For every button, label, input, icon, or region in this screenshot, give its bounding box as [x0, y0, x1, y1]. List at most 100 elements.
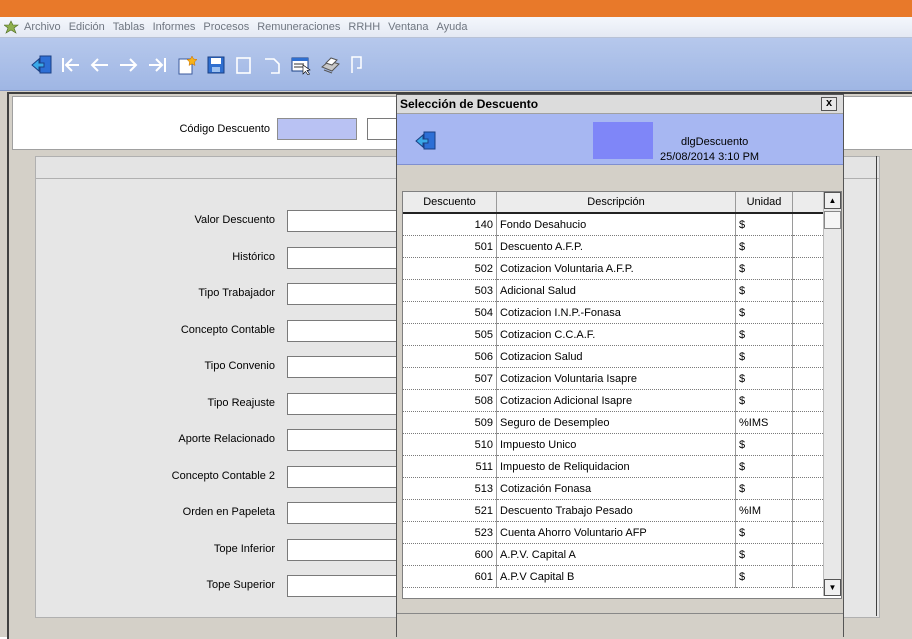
- new-record-icon[interactable]: [176, 55, 198, 75]
- column-header-unidad[interactable]: Unidad: [735, 192, 793, 214]
- table-row[interactable]: 508 Cotizacion Adicional Isapre $: [403, 389, 823, 412]
- menu-item-procesos[interactable]: Procesos: [203, 21, 249, 33]
- descuento-cell: 503: [403, 279, 497, 302]
- descuento-cell: 502: [403, 257, 497, 280]
- menu-item-edicion[interactable]: Edición: [69, 21, 105, 33]
- valor-descuento-input[interactable]: [287, 210, 397, 232]
- form-right-border: [876, 156, 877, 616]
- table-row[interactable]: 506 Cotizacion Salud $: [403, 345, 823, 368]
- column-header-descuento[interactable]: Descuento: [403, 192, 497, 214]
- table-row[interactable]: 502 Cotizacion Voluntaria A.F.P. $: [403, 257, 823, 280]
- tipo-trabajador-input[interactable]: [287, 283, 397, 305]
- orden-en-papeleta-label: Orden en Papeleta: [182, 506, 275, 518]
- descuento-cell: 521: [403, 499, 497, 522]
- descuento-grid[interactable]: Descuento Descripción Unidad 140 Fondo De…: [402, 191, 842, 599]
- close-button[interactable]: x: [821, 97, 837, 111]
- spacer-cell: [792, 279, 823, 302]
- table-row[interactable]: 521 Descuento Trabajo Pesado %IM: [403, 499, 823, 522]
- table-row[interactable]: 513 Cotización Fonasa $: [403, 477, 823, 500]
- menu-item-ayuda[interactable]: Ayuda: [437, 21, 468, 33]
- menu-item-remuneraciones[interactable]: Remuneraciones: [257, 21, 340, 33]
- menu-item-archivo[interactable]: Archivo: [24, 21, 61, 33]
- valor-descuento-label: Valor Descuento: [194, 214, 275, 226]
- descuento-cell: 507: [403, 367, 497, 390]
- descripcion-cell: Cotización Fonasa: [496, 477, 736, 500]
- first-record-icon[interactable]: [60, 55, 82, 75]
- descripcion-cell: Cotizacion Voluntaria Isapre: [496, 367, 736, 390]
- column-header-descripcion[interactable]: Descripción: [496, 192, 736, 214]
- table-row[interactable]: 505 Cotizacion C.C.A.F. $: [403, 323, 823, 346]
- spacer-cell: [792, 565, 823, 588]
- vertical-scrollbar[interactable]: ▲ ▼: [823, 192, 841, 596]
- dialog-title-bar: Selección de Descuento x: [397, 95, 843, 114]
- last-record-icon[interactable]: [146, 55, 168, 75]
- table-row[interactable]: 601 A.P.V Capital B $: [403, 565, 823, 588]
- menu-item-ventana[interactable]: Ventana: [388, 21, 428, 33]
- print-icon[interactable]: [319, 55, 341, 75]
- spacer-cell: [792, 411, 823, 434]
- menu-item-tablas[interactable]: Tablas: [113, 21, 145, 33]
- tipo-convenio-input[interactable]: [287, 356, 397, 378]
- blank-page-icon[interactable]: [233, 55, 255, 75]
- unidad-cell: $: [735, 433, 793, 456]
- historico-input[interactable]: [287, 247, 397, 269]
- select-list-icon[interactable]: [290, 55, 312, 75]
- codigo-descuento-desc-input[interactable]: [367, 118, 397, 140]
- exit-icon[interactable]: [31, 55, 53, 75]
- spacer-cell: [792, 235, 823, 258]
- table-header-row: Descuento Descripción Unidad: [403, 192, 823, 214]
- descuento-cell: 506: [403, 345, 497, 368]
- spacer-cell: [792, 367, 823, 390]
- concepto-contable-input[interactable]: [287, 320, 397, 342]
- unidad-cell: $: [735, 235, 793, 258]
- table-body: 140 Fondo Desahucio $501 Descuento A.F.P. $5…: [403, 213, 823, 588]
- copy-icon[interactable]: [348, 55, 370, 75]
- save-icon[interactable]: [205, 55, 227, 75]
- tope-superior-label: Tope Superior: [206, 579, 276, 591]
- app-logo-icon: [4, 20, 19, 34]
- table-row[interactable]: 509 Seguro de Desempleo %IMS: [403, 411, 823, 434]
- tope-inferior-input[interactable]: [287, 539, 397, 561]
- descripcion-cell: Adicional Salud: [496, 279, 736, 302]
- tipo-reajuste-input[interactable]: [287, 393, 397, 415]
- unidad-cell: $: [735, 257, 793, 280]
- descuento-cell: 504: [403, 301, 497, 324]
- concepto-contable-2-input[interactable]: [287, 466, 397, 488]
- table-row[interactable]: 523 Cuenta Ahorro Voluntario AFP $: [403, 521, 823, 544]
- unidad-cell: $: [735, 543, 793, 566]
- aporte-relacionado-input[interactable]: [287, 429, 397, 451]
- descuento-cell: 601: [403, 565, 497, 588]
- orden-en-papeleta-input[interactable]: [287, 502, 397, 524]
- app-window: Archivo Edición Tablas Informes Procesos Remu…: [0, 0, 912, 639]
- scroll-down-icon[interactable]: ▼: [824, 579, 841, 596]
- menu-item-rrhh[interactable]: RRHH: [348, 21, 380, 33]
- table-row[interactable]: 503 Adicional Salud $: [403, 279, 823, 302]
- color-swatch: [593, 122, 653, 159]
- table-row[interactable]: 600 A.P.V. Capital A $: [403, 543, 823, 566]
- spacer-cell: [792, 521, 823, 544]
- menu-bar: Archivo Edición Tablas Informes Procesos Remu…: [0, 17, 912, 38]
- table-row[interactable]: 507 Cotizacion Voluntaria Isapre $: [403, 367, 823, 390]
- table-row[interactable]: 140 Fondo Desahucio $: [403, 213, 823, 236]
- table-row[interactable]: 510 Impuesto Unico $: [403, 433, 823, 456]
- table-row[interactable]: 501 Descuento A.F.P. $: [403, 235, 823, 258]
- unidad-cell: $: [735, 477, 793, 500]
- codigo-descuento-input[interactable]: [277, 118, 357, 140]
- descripcion-cell: Cotizacion I.N.P.-Fonasa: [496, 301, 736, 324]
- spacer-cell: [792, 477, 823, 500]
- table-row[interactable]: 511 Impuesto de Reliquidacion $: [403, 455, 823, 478]
- spacer-cell: [792, 323, 823, 346]
- menu-item-informes[interactable]: Informes: [153, 21, 196, 33]
- spacer-cell: [792, 257, 823, 280]
- undo-icon[interactable]: [262, 55, 284, 75]
- window-top-strip: [0, 0, 912, 17]
- descuento-cell: 510: [403, 433, 497, 456]
- spacer-cell: [792, 389, 823, 412]
- previous-record-icon[interactable]: [89, 55, 111, 75]
- descripcion-cell: Seguro de Desempleo: [496, 411, 736, 434]
- scroll-up-icon[interactable]: ▲: [824, 192, 841, 209]
- scroll-thumb[interactable]: [824, 211, 841, 229]
- table-row[interactable]: 504 Cotizacion I.N.P.-Fonasa $: [403, 301, 823, 324]
- tope-superior-input[interactable]: [287, 575, 397, 597]
- next-record-icon[interactable]: [117, 55, 139, 75]
